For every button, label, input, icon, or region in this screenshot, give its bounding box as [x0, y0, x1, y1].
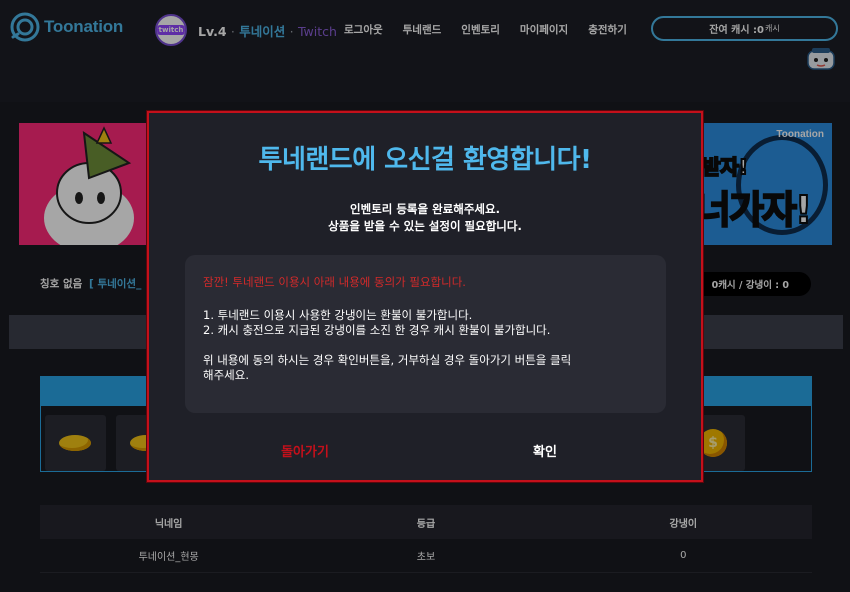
- agreement-notice: 잠깐! 투네랜드 이용시 아래 내용에 동의가 필요합니다. 1. 투네랜드 이…: [185, 255, 666, 413]
- agreement-text: 해주세요.: [203, 368, 249, 382]
- modal-subtitle-line: 인벤토리 등록을 완료해주세요.: [350, 202, 500, 216]
- warning-text: 잠깐! 투네랜드 이용시 아래 내용에 동의가 필요합니다.: [203, 275, 466, 289]
- modal-title: 투네랜드에 오신걸 환영합니다!: [258, 145, 592, 175]
- rule-1: 1. 투네랜드 이용시 사용한 강냉이는 환불이 불가합니다.: [203, 308, 473, 322]
- modal-subtitle: 인벤토리 등록을 완료해주세요. 상품을 받을 수 있는 설정이 필요합니다.: [149, 201, 701, 235]
- welcome-modal: 투네랜드에 오신걸 환영합니다! 인벤토리 등록을 완료해주세요. 상품을 받을…: [147, 111, 703, 482]
- back-button[interactable]: 돌아가기: [245, 441, 365, 460]
- confirm-button[interactable]: 확인: [485, 441, 605, 460]
- rule-2: 2. 캐시 충전으로 지급된 강냉이를 소진 한 경우 캐시 환불이 불가합니다…: [203, 323, 551, 337]
- modal-subtitle-line: 상품을 받을 수 있는 설정이 필요합니다.: [328, 219, 522, 233]
- agreement-text: 위 내용에 동의 하시는 경우 확인버튼을, 거부하실 경우 돌아가기 버튼을 …: [203, 353, 572, 367]
